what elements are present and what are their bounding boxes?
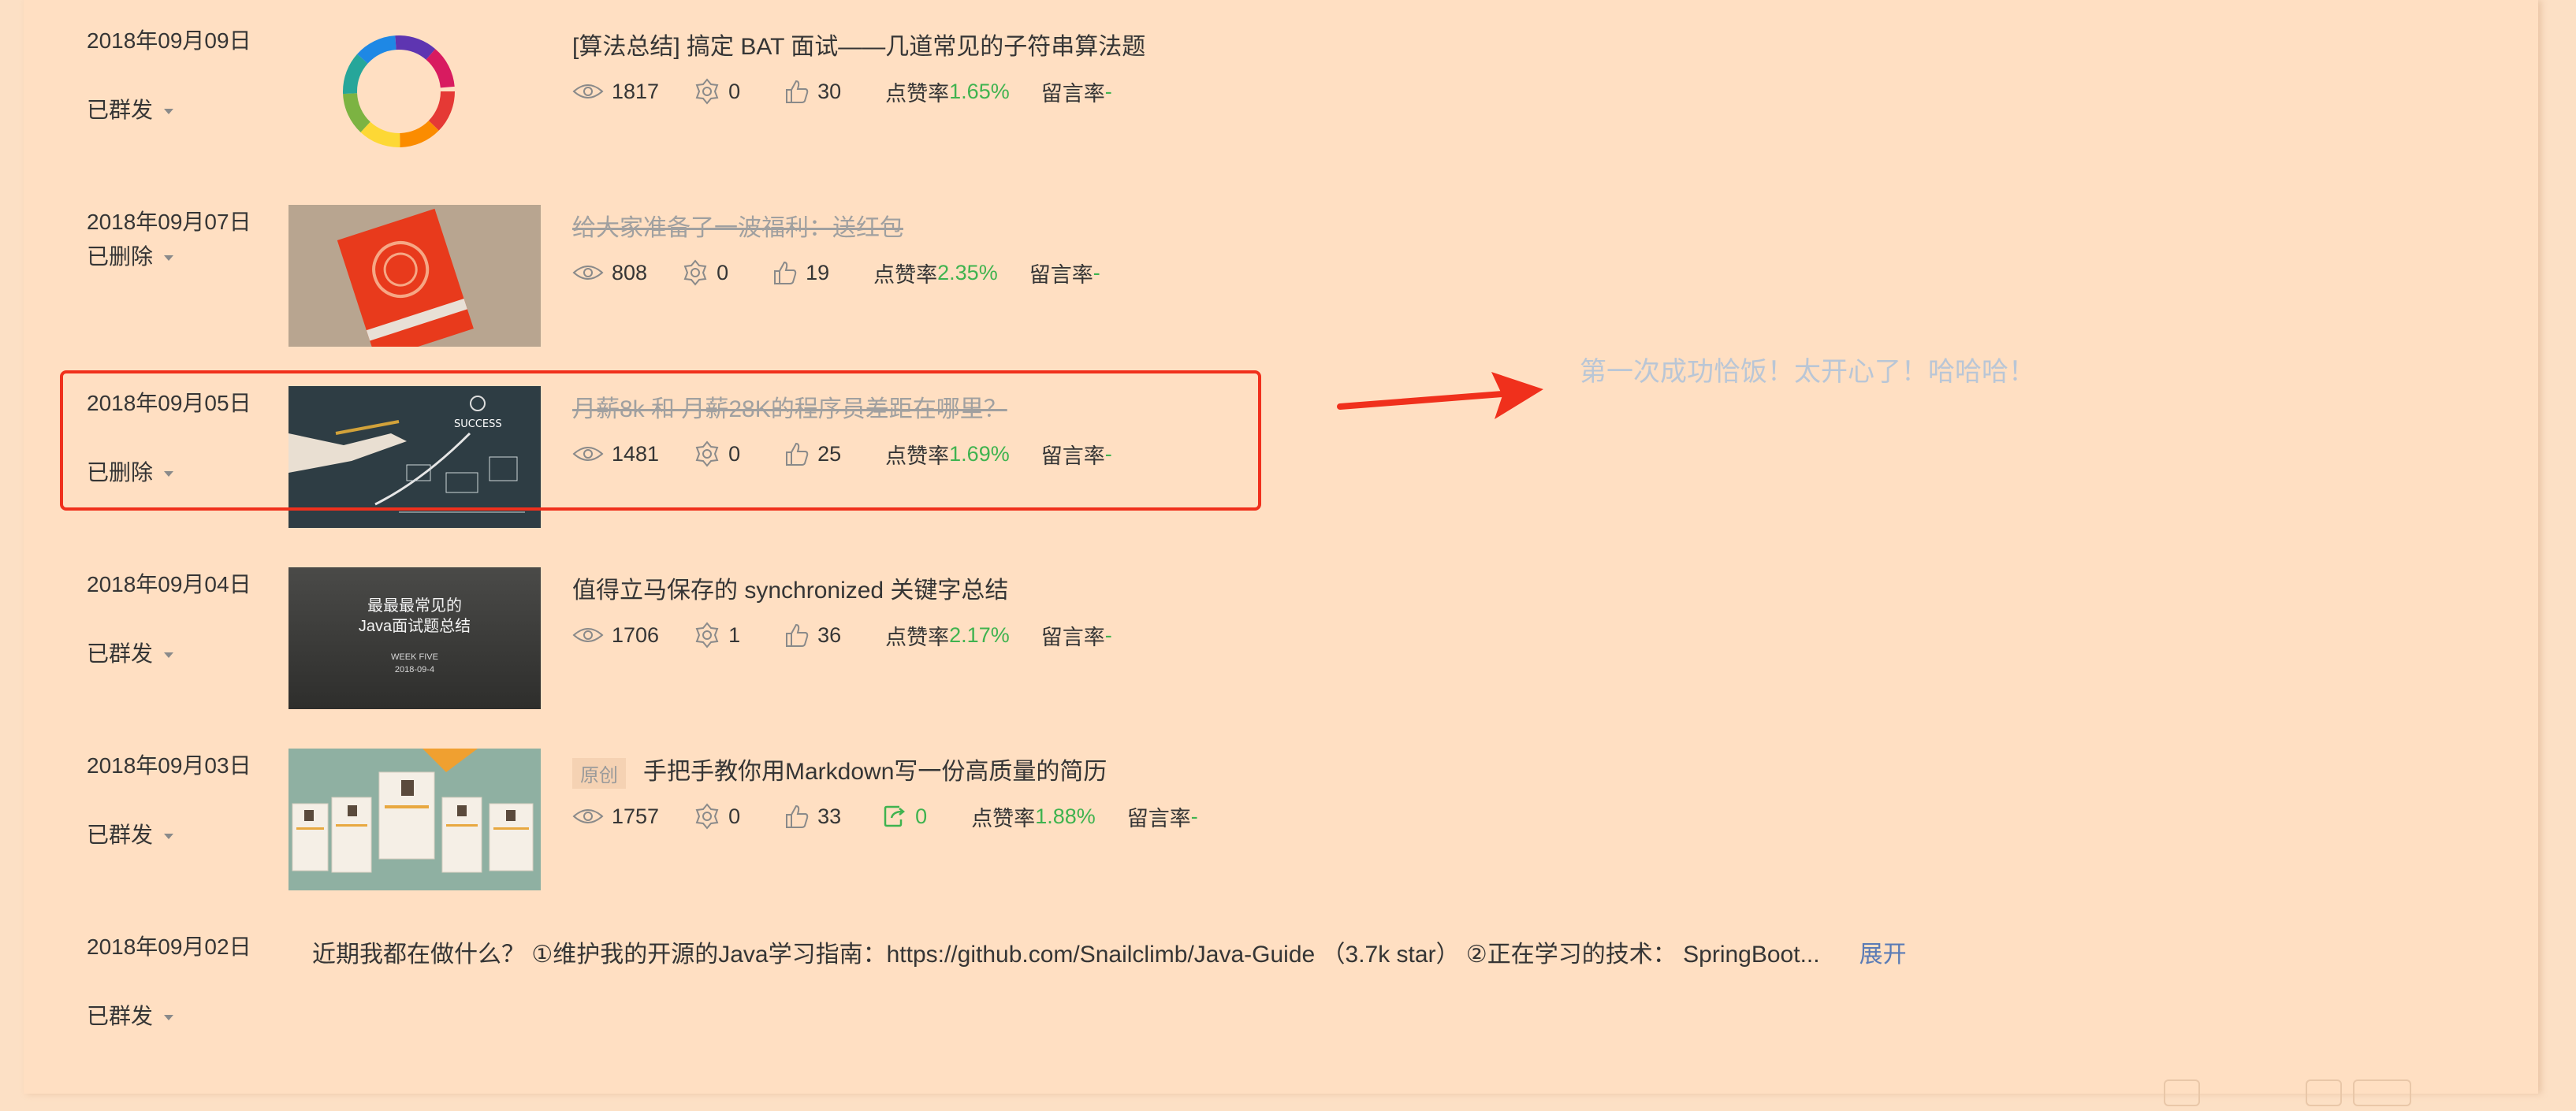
red-envelope-image (288, 205, 541, 347)
pager-next-button[interactable] (2306, 1079, 2342, 1106)
like-rate-label: 点赞率 (873, 262, 938, 287)
eye-icon (572, 628, 604, 642)
thumbs-up-icon (786, 623, 809, 647)
publish-date: 2018年09月09日 (87, 28, 251, 53)
thumb-line-1: 最最最常见的 (367, 597, 462, 615)
comment-rate-label: 留言率 (1040, 81, 1105, 106)
comment-rate-value: - (1104, 622, 1112, 647)
page: 2018年09月09日 已群发 [算法总结] 搞定 BAT 面试——几道常见的子… (0, 0, 2576, 1106)
status-dropdown[interactable]: 已群发 (87, 93, 174, 124)
like-rate-label: 点赞率 (885, 625, 950, 649)
thumbs-up-icon (786, 80, 809, 103)
share-count: 0 (728, 79, 741, 103)
status-dropdown[interactable]: 已群发 (87, 999, 174, 1031)
caret-down-icon (164, 652, 174, 659)
share-gear-icon (695, 78, 719, 105)
like-count: 30 (817, 79, 842, 103)
article-title[interactable]: 值得立马保存的 synchronized 关键字总结 (572, 570, 1008, 605)
status-dropdown[interactable]: 已群发 (87, 818, 174, 849)
list-item: 2018年09月07日 已删除 给大家准备了一波福利：送红包 808 0 19 … (24, 205, 2538, 386)
article-thumbnail[interactable] (288, 24, 541, 165)
like-rate-value: 1.88% (1035, 804, 1096, 828)
article-thumbnail[interactable]: 最最最常见的 Java面试题总结 WEEK FIVE 2018-09-4 (288, 567, 541, 709)
eye-icon (572, 809, 604, 823)
like-rate-value: 1.65% (949, 79, 1010, 103)
share-gear-icon (695, 622, 719, 648)
comment-rate-value: - (1093, 260, 1100, 284)
list-item: 2018年09月03日 已群发 原创 手把手教你用Markdown写一份高质量的… (24, 749, 2538, 930)
share-count: 1 (728, 622, 741, 647)
thumbs-up-icon (774, 261, 797, 284)
status-label: 已群发 (87, 98, 154, 122)
article-stats: 808 0 19 点赞率 2.35% 留言率 - (572, 257, 1100, 288)
share-gear-icon (683, 259, 707, 286)
thumb-line-4: 2018-09-4 (394, 665, 435, 674)
caret-down-icon (164, 1015, 174, 1021)
article-stats: 1706 1 36 点赞率 2.17% 留言率 - (572, 619, 1112, 651)
article-stats: 1757 0 33 0 点赞率 1.88% 留言率 - (572, 801, 1198, 832)
status-label: 已群发 (87, 1004, 154, 1028)
text-post[interactable]: 近期我都在做什么？ ①维护我的开源的Java学习指南：https://githu… (312, 935, 1907, 969)
eye-icon (572, 266, 604, 280)
arrow-right-icon (1337, 372, 1543, 419)
publish-date: 2018年09月03日 (87, 753, 251, 778)
publish-date: 2018年09月04日 (87, 572, 251, 596)
article-title[interactable]: 原创 手把手教你用Markdown写一份高质量的简历 (572, 752, 1107, 789)
original-badge: 原创 (572, 757, 626, 789)
share-count: 0 (728, 804, 741, 828)
annotation-text: 第一次成功恰饭！太开心了！哈哈哈！ (1580, 357, 2035, 387)
caret-down-icon (164, 834, 174, 840)
article-list-panel: 2018年09月09日 已群发 [算法总结] 搞定 BAT 面试——几道常见的子… (24, 0, 2538, 1106)
status-dropdown[interactable]: 已删除 (87, 240, 174, 271)
comment-rate-label: 留言率 (1040, 625, 1105, 649)
comment-rate-value: - (1104, 79, 1112, 103)
publish-date: 2018年09月02日 (87, 935, 251, 959)
pager-prev-button[interactable] (2164, 1079, 2200, 1106)
like-rate-label: 点赞率 (885, 81, 950, 106)
status-dropdown[interactable]: 已群发 (87, 637, 174, 668)
article-title[interactable]: [算法总结] 搞定 BAT 面试——几道常见的子符串算法题 (572, 27, 1145, 61)
pager-jump-input[interactable] (2353, 1079, 2411, 1106)
comment-rate-label: 留言率 (1029, 262, 1093, 287)
like-rate-label: 点赞率 (971, 806, 1036, 830)
article-thumbnail[interactable] (288, 749, 541, 890)
keyboard-image (288, 567, 541, 709)
caret-down-icon (164, 255, 174, 262)
thumb-line-3: WEEK FIVE (391, 652, 438, 662)
view-count: 1817 (612, 79, 660, 103)
caret-down-icon (164, 109, 174, 115)
list-item: 2018年09月04日 已群发 最最最常见的 Java面试题总结 WEEK FI… (24, 567, 2538, 749)
expand-link[interactable]: 展开 (1859, 942, 1907, 968)
thumbs-up-icon (786, 804, 809, 828)
article-thumbnail[interactable] (288, 205, 541, 347)
color-ring-image (343, 35, 455, 147)
highlight-box (60, 370, 1261, 511)
view-count: 1706 (612, 622, 660, 647)
status-label: 已删除 (87, 244, 154, 269)
text-post-content: 近期我都在做什么？ ①维护我的开源的Java学习指南：https://githu… (312, 942, 1820, 968)
like-count: 19 (806, 260, 830, 284)
like-rate-value: 2.17% (949, 622, 1010, 647)
share-gear-icon (695, 803, 719, 830)
article-stats: 1817 0 30 点赞率 1.65% 留言率 - (572, 76, 1112, 107)
thumb-line-2: Java面试题总结 (358, 618, 471, 635)
eye-icon (572, 84, 604, 98)
article-title-text: 手把手教你用Markdown写一份高质量的简历 (643, 759, 1107, 785)
like-count: 36 (817, 622, 842, 647)
article-title[interactable]: 给大家准备了一波福利：送红包 (572, 208, 903, 243)
comment-rate-label: 留言率 (1126, 806, 1191, 830)
status-label: 已群发 (87, 823, 154, 847)
repost-icon (884, 805, 906, 827)
like-rate-value: 2.35% (937, 260, 998, 284)
share-count: 0 (717, 260, 729, 284)
resume-cards-image (288, 749, 541, 890)
view-count: 808 (612, 260, 648, 284)
comment-rate-value: - (1190, 804, 1198, 828)
publish-date: 2018年09月07日 (87, 210, 251, 234)
status-label: 已群发 (87, 641, 154, 666)
repost-count: 0 (915, 804, 928, 828)
list-item: 2018年09月09日 已群发 [算法总结] 搞定 BAT 面试——几道常见的子… (24, 24, 2538, 205)
view-count: 1757 (612, 804, 660, 828)
like-count: 33 (817, 804, 842, 828)
